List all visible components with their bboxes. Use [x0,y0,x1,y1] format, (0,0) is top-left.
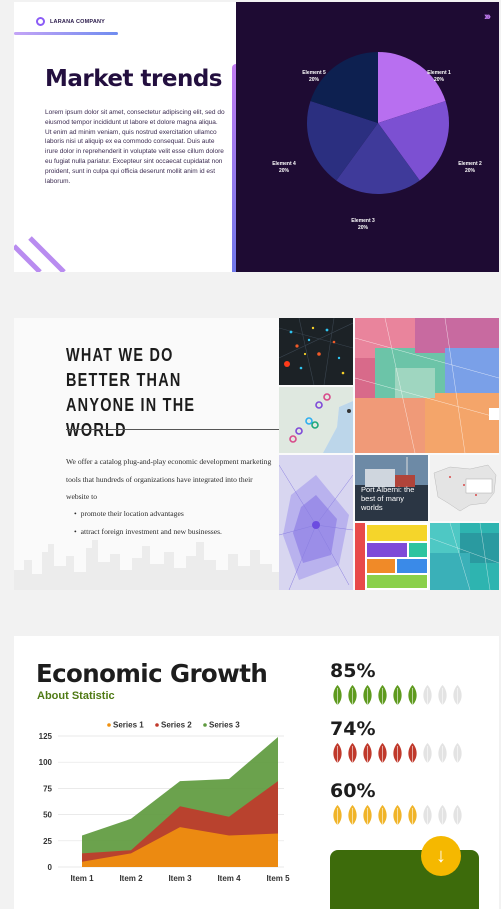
leaf-icon [453,743,462,763]
pie-slice-label: Element 1 [427,70,451,76]
leaf-rating-row-2 [330,742,464,764]
y-tick-label: 125 [39,732,53,741]
slide-title: Economic Growth [36,659,268,688]
x-tick-label: Item 4 [217,874,241,883]
company-logo-icon [36,17,45,26]
company-header: LARANA COMPANY [36,17,105,26]
leaf-icon [378,805,387,825]
what-we-do-slide[interactable]: WHAT WE DO BETTER THAN ANYONE IN THE WOR… [14,318,499,590]
pie-slice-value: 20% [465,168,476,174]
y-tick-label: 0 [48,863,53,872]
y-tick-label: 75 [43,784,52,793]
photo-tile[interactable]: Port Alberni: the best of many worlds [355,455,428,521]
area-chart: Series 1 Series 2 Series 3 0 25 50 75 100 125 Ite… [39,721,290,884]
leaf-icon [333,743,342,763]
company-name: LARANA COMPANY [50,18,106,25]
x-tick-label: Item 5 [266,874,290,883]
x-tick-label: Item 3 [168,874,192,883]
parcel-map-tile[interactable] [430,523,499,590]
leaf-icon [363,743,372,763]
bullet-list: promote their location advantages attrac… [74,505,222,540]
us-map-tile[interactable] [430,455,499,521]
isochrone-map-tile[interactable] [279,455,353,590]
leaf-icon [408,805,417,825]
stat-value-2: 74% [330,718,376,740]
pie-slice-label: Element 4 [272,161,296,167]
leaf-icon [378,743,387,763]
photo-caption: Port Alberni: the best of many worlds [361,485,415,512]
legend-marker [155,723,159,727]
leaf-icon [348,805,357,825]
pie-chart-panel: ››› Element 1 20% Element 2 20% Element 3 20%… [236,2,499,272]
leaf-rating-row-3 [330,804,464,826]
heatmap-tile[interactable] [279,318,353,385]
slide-heading: WHAT WE DO BETTER THAN ANYONE IN THE WOR… [66,344,196,440]
pie-slice-value: 20% [279,168,290,174]
leaf-icon [333,685,342,705]
pie-slice-value: 20% [309,77,320,83]
leaf-icon [348,743,357,763]
pie-slice-label: Element 2 [458,161,482,167]
leaf-icon [393,743,402,763]
bullet-item: attract foreign investment and new busin… [74,523,222,541]
slide-subtitle: About Statistic [37,690,115,702]
pie-slice-value: 20% [358,225,369,231]
zoning-map-tile[interactable] [355,318,499,453]
legend-label: Series 3 [209,721,240,730]
pie-chart: Element 120%Element 220%Element 320%Elem… [272,52,482,231]
legend-marker [203,723,207,727]
slide-left-panel: LARANA COMPANY Market trends Lorem ipsum… [14,2,236,272]
leaf-icon [438,743,447,763]
leaf-icon [438,685,447,705]
leaf-icon [438,805,447,825]
leaf-icon [408,685,417,705]
pie-slice-value: 20% [434,77,445,83]
heading-divider [66,429,280,430]
x-tick-label: Item 1 [70,874,94,883]
x-tick-label: Item 2 [119,874,143,883]
pie-slice-label: Element 3 [351,218,375,224]
arrow-down-icon[interactable]: ↓ [421,836,461,876]
bullet-item: promote their location advantages [74,505,222,523]
leaf-icon [363,805,372,825]
decorative-stripes [14,236,66,272]
leaf-icon [333,805,342,825]
pie-slice-label: Element 5 [302,70,326,76]
y-tick-label: 50 [43,811,52,820]
leaf-icon [453,805,462,825]
leaf-icon [393,685,402,705]
intro-text: We offer a catalog plug-and-play economi… [66,457,272,501]
leaf-icon [408,743,417,763]
dashboard-tile[interactable] [355,523,428,590]
legend-label: Series 1 [113,721,144,730]
slide-body-text: Lorem ipsum dolor sit amet, consectetur … [45,109,225,185]
header-underline [14,32,118,35]
leaf-icon [423,743,432,763]
stat-value-1: 85% [330,660,376,682]
y-tick-label: 100 [39,758,53,767]
leaf-icon [393,805,402,825]
slide-title: Market trends [45,66,223,92]
y-tick-label: 25 [43,837,52,846]
economic-growth-slide[interactable]: Economic Growth About Statistic Series 1… [14,636,499,909]
leaf-icon [453,685,462,705]
stat-value-3: 60% [330,780,376,802]
leaf-icon [378,685,387,705]
leaf-icon [363,685,372,705]
leaf-icon [423,685,432,705]
market-trends-slide[interactable]: LARANA COMPANY Market trends Lorem ipsum… [14,2,499,272]
leaf-icon [423,805,432,825]
pins-map-tile[interactable] [279,387,353,453]
leaf-icon [348,685,357,705]
leaf-rating-row-1 [330,684,464,706]
legend-label: Series 2 [161,721,192,730]
legend-marker [107,723,111,727]
